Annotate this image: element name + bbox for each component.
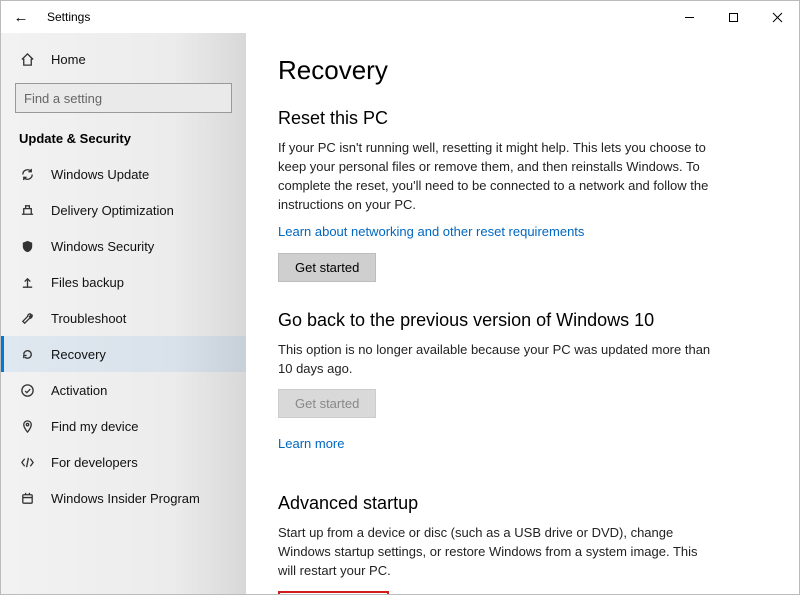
delivery-icon bbox=[19, 203, 35, 218]
sidebar-item-label: Activation bbox=[51, 383, 107, 398]
section-go-back: Go back to the previous version of Windo… bbox=[278, 310, 767, 465]
title-bar: ← Settings bbox=[1, 1, 799, 33]
sidebar-item-label: Recovery bbox=[51, 347, 106, 362]
search-placeholder: Find a setting bbox=[24, 91, 102, 106]
sidebar-item-label: Troubleshoot bbox=[51, 311, 126, 326]
sidebar-item-label: Windows Security bbox=[51, 239, 154, 254]
home-icon bbox=[19, 52, 35, 67]
reset-learn-link[interactable]: Learn about networking and other reset r… bbox=[278, 224, 584, 239]
sidebar-home[interactable]: Home bbox=[1, 41, 246, 77]
sidebar-item-label: Files backup bbox=[51, 275, 124, 290]
goback-heading: Go back to the previous version of Windo… bbox=[278, 310, 767, 331]
upload-icon bbox=[19, 275, 35, 290]
sidebar-item-recovery[interactable]: Recovery bbox=[1, 336, 246, 372]
sidebar-item-troubleshoot[interactable]: Troubleshoot bbox=[1, 300, 246, 336]
section-reset-pc: Reset this PC If your PC isn't running w… bbox=[278, 108, 767, 282]
location-icon bbox=[19, 419, 35, 434]
check-circle-icon bbox=[19, 383, 35, 398]
sidebar-home-label: Home bbox=[51, 52, 86, 67]
goback-description: This option is no longer available becau… bbox=[278, 341, 718, 379]
sidebar-item-for-developers[interactable]: For developers bbox=[1, 444, 246, 480]
goback-get-started-button: Get started bbox=[278, 389, 376, 418]
sidebar-item-find-my-device[interactable]: Find my device bbox=[1, 408, 246, 444]
advanced-description: Start up from a device or disc (such as … bbox=[278, 524, 718, 581]
minimize-button[interactable] bbox=[667, 2, 711, 32]
search-input[interactable]: Find a setting bbox=[15, 83, 232, 113]
developer-icon bbox=[19, 455, 35, 470]
sidebar-item-activation[interactable]: Activation bbox=[1, 372, 246, 408]
sidebar-item-windows-update[interactable]: Windows Update bbox=[1, 156, 246, 192]
goback-learn-more-link[interactable]: Learn more bbox=[278, 436, 344, 451]
sidebar: Home Find a setting Update & Security Wi… bbox=[1, 33, 246, 594]
insider-icon bbox=[19, 491, 35, 506]
highlight-box: Restart now bbox=[278, 591, 389, 594]
sidebar-item-label: Find my device bbox=[51, 419, 138, 434]
reset-heading: Reset this PC bbox=[278, 108, 767, 129]
close-button[interactable] bbox=[755, 2, 799, 32]
shield-icon bbox=[19, 239, 35, 254]
window-title: Settings bbox=[47, 10, 90, 24]
page-title: Recovery bbox=[278, 55, 767, 86]
recovery-icon bbox=[19, 347, 35, 362]
sidebar-section-title: Update & Security bbox=[1, 123, 246, 156]
reset-description: If your PC isn't running well, resetting… bbox=[278, 139, 718, 214]
sidebar-item-windows-security[interactable]: Windows Security bbox=[1, 228, 246, 264]
section-advanced-startup: Advanced startup Start up from a device … bbox=[278, 493, 767, 594]
advanced-heading: Advanced startup bbox=[278, 493, 767, 514]
sidebar-item-delivery-optimization[interactable]: Delivery Optimization bbox=[1, 192, 246, 228]
maximize-button[interactable] bbox=[711, 2, 755, 32]
sidebar-item-insider[interactable]: Windows Insider Program bbox=[1, 480, 246, 516]
sidebar-item-backup[interactable]: Files backup bbox=[1, 264, 246, 300]
sidebar-item-label: Windows Update bbox=[51, 167, 149, 182]
reset-get-started-button[interactable]: Get started bbox=[278, 253, 376, 282]
content-pane: Recovery Reset this PC If your PC isn't … bbox=[246, 33, 799, 594]
sidebar-item-label: Windows Insider Program bbox=[51, 491, 200, 506]
sidebar-item-label: Delivery Optimization bbox=[51, 203, 174, 218]
sync-icon bbox=[19, 167, 35, 182]
back-button[interactable]: ← bbox=[11, 9, 31, 26]
wrench-icon bbox=[19, 311, 35, 326]
sidebar-item-label: For developers bbox=[51, 455, 138, 470]
